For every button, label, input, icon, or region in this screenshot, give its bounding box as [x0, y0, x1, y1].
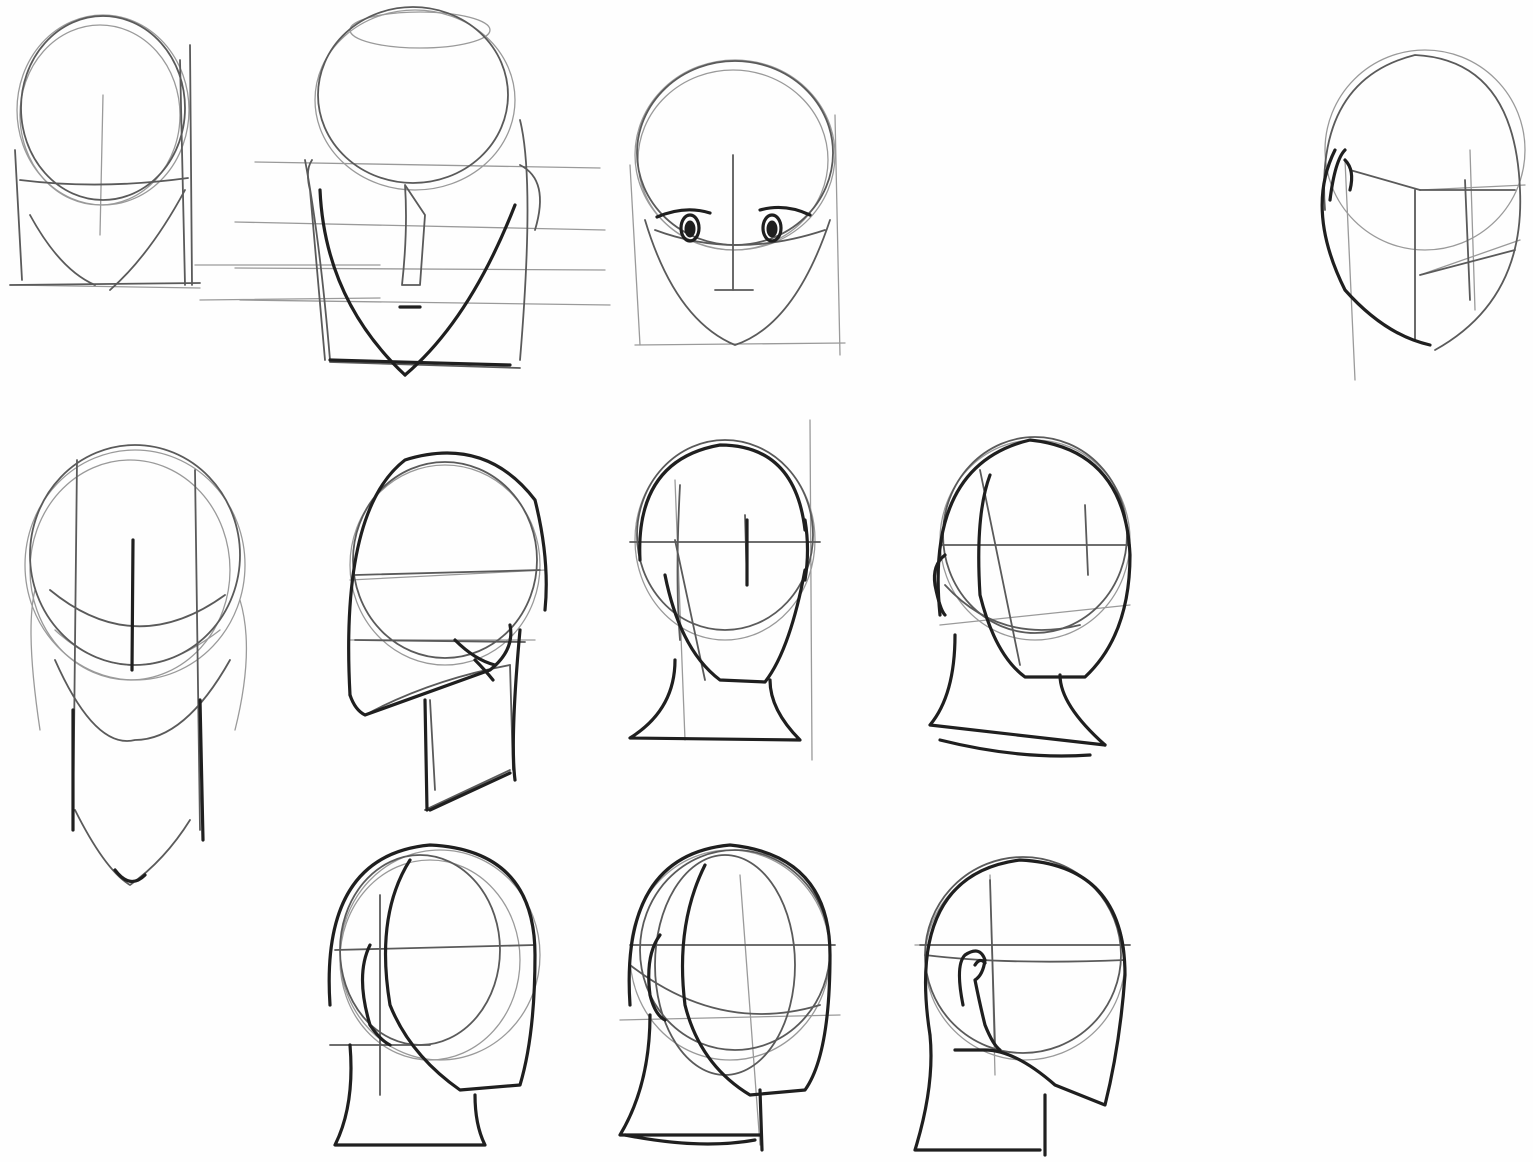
head-sketch-front-basic — [0, 0, 381, 301]
sketch-sheet — [0, 0, 1533, 1162]
head-sketch-front-neck — [620, 419, 821, 765]
head-sketch-front-eyes — [615, 45, 855, 365]
head-sketch-three-quarter-top — [1305, 40, 1533, 390]
head-sketch-three-quarter-neck — [920, 415, 1140, 765]
head-sketch-profile-ear — [905, 845, 1140, 1160]
head-sketch-three-quarter-jaw — [335, 440, 560, 820]
head-sketch-front-nose — [230, 0, 611, 390]
head-sketch-three-quarter-left-bottom — [320, 835, 550, 1155]
head-sketch-front-elongated — [15, 430, 255, 890]
head-sketch-three-quarter-center-bottom — [610, 835, 845, 1155]
